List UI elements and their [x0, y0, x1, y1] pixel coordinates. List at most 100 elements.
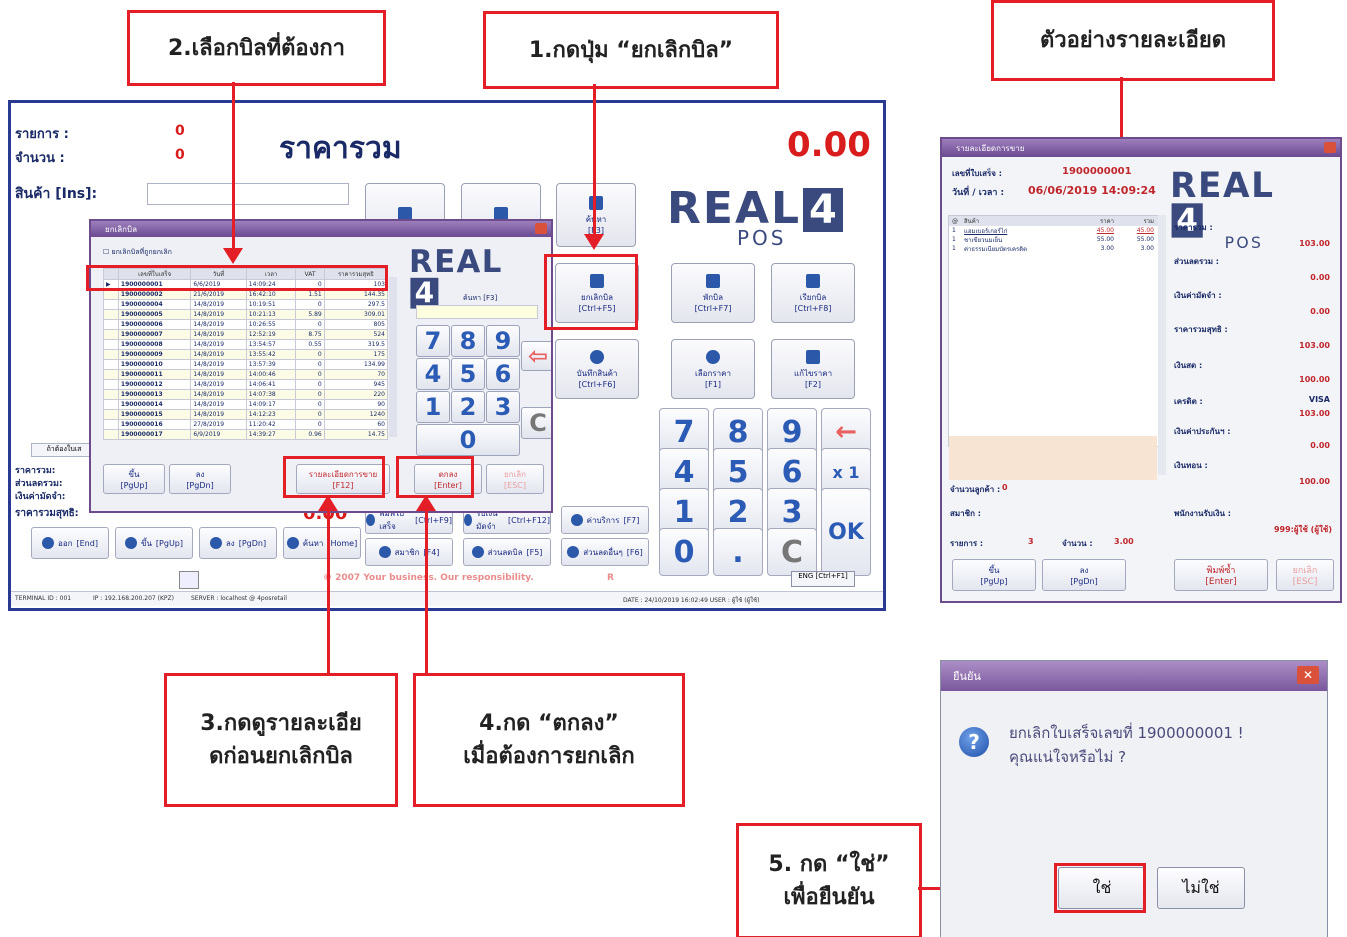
no-button[interactable]: ไม่ใช่	[1157, 867, 1245, 909]
dialog-key-5[interactable]: 5	[451, 358, 485, 390]
dialog-backspace-key[interactable]: ⇦	[521, 341, 551, 371]
table-row[interactable]: 1900000002 21/6/2019 16:42:10 1.51 144.35	[103, 289, 389, 300]
confirm-titlebar: ยืนยัน	[941, 661, 1327, 691]
exit-button[interactable]: ออก [End]	[31, 527, 109, 559]
dialog-key-0[interactable]: 0	[416, 424, 520, 456]
detail-down-button[interactable]: ลง [PgDn]	[1042, 559, 1126, 591]
reprint-button[interactable]: พิมพ์ซ้ำ [Enter]	[1174, 559, 1268, 591]
table-row[interactable]: 1900000010 14/8/2019 13:57:39 0 134.99	[103, 359, 389, 370]
member-button[interactable]: สมาชิก [F4]	[365, 538, 453, 566]
summary-field-value: 0.00	[1310, 273, 1330, 282]
dialog-key-4[interactable]: 4	[416, 358, 450, 390]
page-up-button[interactable]: ขึ้น [PgUp]	[115, 527, 193, 559]
table-cell: 1900000014	[117, 399, 192, 410]
table-row[interactable]: 1900000008 14/8/2019 13:54:57 0.55 319.5	[103, 339, 389, 350]
table-cell: 1900000006	[117, 319, 192, 330]
table-row[interactable]: 1900000005 14/8/2019 10:21:13 5.89 309.01	[103, 309, 389, 320]
table-cell: 13:54:57	[245, 339, 297, 350]
list-item[interactable]: 1 ค่าธรรมเนียมบัตรเครดิต 3.00 3.00	[949, 244, 1159, 253]
dialog-key-2[interactable]: 2	[451, 391, 485, 423]
other-discount-button[interactable]: ส่วนลดอื่นๆ [F6]	[561, 538, 649, 566]
table-row[interactable]: 1900000007 14/8/2019 12:52:19 8.75 524	[103, 329, 389, 340]
receipt-value: 1900000001	[1062, 166, 1132, 177]
user-icon[interactable]	[179, 571, 199, 589]
dialog-up-button[interactable]: ขึ้น [PgUp]	[103, 464, 165, 494]
service-charge-button[interactable]: ค่าบริการ [F7]	[561, 506, 649, 534]
summary-field-value: 103.00	[1299, 341, 1330, 350]
dialog-key-3[interactable]: 3	[486, 391, 520, 423]
total-title: ราคารวม	[279, 131, 402, 166]
receipt-label: เลขที่ใบเสร็จ :	[952, 169, 1002, 178]
dialog-cancel-button[interactable]: ยกเลิก [ESC]	[486, 464, 544, 494]
table-cell: 14/8/2019	[190, 369, 247, 380]
table-row[interactable]: 1900000016 27/8/2019 11:20:42 0 60	[103, 419, 389, 430]
table-row[interactable]: 1900000014 14/8/2019 14:09:17 0 90	[103, 399, 389, 410]
table-row[interactable]: 1900000017 6/9/2019 14:39:27 0.96 14.75	[103, 429, 389, 440]
dialog-key-7[interactable]: 7	[416, 325, 450, 357]
table-row[interactable]: 1900000004 14/8/2019 10:19:51 0 297.5	[103, 299, 389, 310]
show-cancelled-checkbox[interactable]: ☐ ยกเลิกบิลที่ถูกยกเลิก	[103, 247, 172, 258]
dialog-key-8[interactable]: 8	[451, 325, 485, 357]
table-row[interactable]: 1900000009 14/8/2019 13:55:42 0 175	[103, 349, 389, 360]
summary-field-value: 0.00	[1310, 307, 1330, 316]
table-cell: 1900000005	[117, 309, 192, 320]
table-scrollbar[interactable]	[389, 277, 397, 437]
dialog-search-label: ค้นหา [F3]	[463, 294, 498, 302]
hold-bill-tab[interactable]: ถ้าต้องใบเส	[31, 443, 97, 457]
ok-key[interactable]: OK	[821, 488, 871, 576]
table-row[interactable]: 1900000015 14/8/2019 14:12:23 0 1240	[103, 409, 389, 420]
dialog-key-1[interactable]: 1	[416, 391, 450, 423]
table-row[interactable]: 1900000011 14/8/2019 14:00:46 0 70	[103, 369, 389, 380]
table-row[interactable]: 1900000012 14/8/2019 14:06:41 0 945	[103, 379, 389, 390]
slogan-r: R	[607, 573, 614, 583]
close-icon[interactable]	[535, 223, 547, 234]
table-cell: 8.75	[295, 329, 325, 340]
language-button[interactable]: ENG [Ctrl+F1]	[791, 571, 855, 587]
close-icon[interactable]	[1324, 142, 1336, 153]
table-row[interactable]: 1900000006 14/8/2019 10:26:55 0 805	[103, 319, 389, 330]
connector-step4	[425, 511, 428, 673]
home-search-button[interactable]: ค้นหา [Home]	[283, 527, 361, 559]
table-cell: 1900000008	[117, 339, 192, 350]
tutorial-canvas: 2.เลือกบิลที่ต้องกา 1.กดปุ่ม “ยกเลิกบิล”…	[0, 0, 1347, 937]
clear-key[interactable]: C	[767, 528, 817, 576]
edit-price-button[interactable]: แก้ไขราคา [F2]	[771, 339, 855, 399]
product-input[interactable]	[147, 183, 349, 205]
dialog-key-6[interactable]: 6	[486, 358, 520, 390]
summary-field-value: 100.00	[1299, 375, 1330, 384]
close-icon[interactable]: ✕	[1297, 666, 1319, 684]
row-selector	[103, 419, 119, 430]
table-cell: 14/8/2019	[190, 339, 247, 350]
connector-step3	[327, 511, 330, 673]
table-cell: 134.99	[323, 359, 389, 370]
save-product-button[interactable]: บันทึกสินค้า [Ctrl+F6]	[555, 339, 639, 399]
summary-field-value: VISA	[1308, 395, 1330, 404]
select-price-button[interactable]: เลือกราคา [F1]	[671, 339, 755, 399]
column-header: รวม	[1143, 218, 1154, 225]
detail-titlebar: รายละเอียดการขาย	[942, 139, 1340, 157]
dialog-down-button[interactable]: ลง [PgDn]	[169, 464, 231, 494]
detail-scrollbar[interactable]	[1158, 215, 1166, 475]
key-dot[interactable]: .	[713, 528, 763, 576]
table-row[interactable]: 1900000013 14/8/2019 14:07:38 0 220	[103, 389, 389, 400]
detail-cancel-button[interactable]: ยกเลิก [ESC]	[1276, 559, 1334, 591]
table-cell: 945	[323, 379, 389, 390]
table-cell: 16:42:10	[245, 289, 297, 300]
dialog-clear-key[interactable]: C	[521, 407, 551, 439]
table-cell: 1900000016	[117, 419, 192, 430]
table-cell: 14/8/2019	[190, 329, 247, 340]
table-cell: 0	[295, 299, 325, 310]
dialog-search-input[interactable]	[416, 305, 538, 319]
table-cell: 14/8/2019	[190, 389, 247, 400]
list-cell: 45.00	[1136, 227, 1154, 234]
bill-discount-button[interactable]: ส่วนลดบิล [F5]	[463, 538, 551, 566]
key-0[interactable]: 0	[659, 528, 709, 576]
page-down-button[interactable]: ลง [PgDn]	[199, 527, 277, 559]
bill-table[interactable]: เลขที่ใบเสร็จ วันที่ เวลา VAT ราคารวมสุท…	[103, 268, 389, 440]
recall-bill-button[interactable]: เรียกบิล [Ctrl+F8]	[771, 263, 855, 323]
hold-bill-button[interactable]: พักบิล [Ctrl+F7]	[671, 263, 755, 323]
summary-discount-label: ส่วนลดรวม:	[15, 479, 63, 489]
detail-up-button[interactable]: ขึ้น [PgUp]	[952, 559, 1036, 591]
dialog-key-9[interactable]: 9	[486, 325, 520, 357]
item-list[interactable]: @ สินค้า ราคา รวม 1 แฮมเบอร์เกอร์ไก่ 45.00…	[948, 215, 1160, 480]
